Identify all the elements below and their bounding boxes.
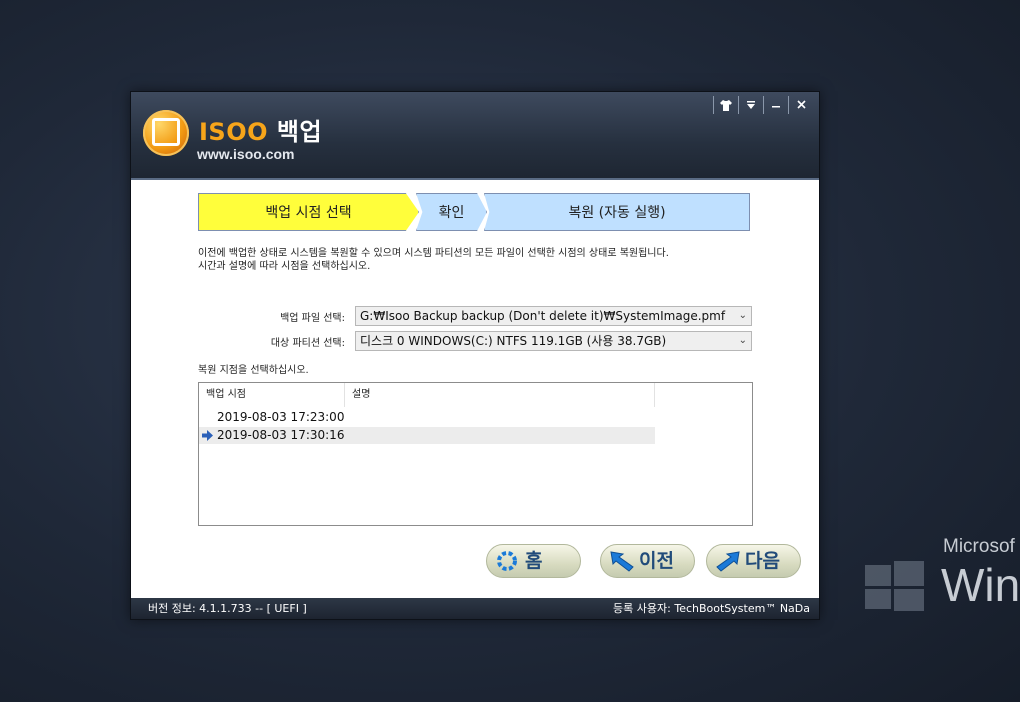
desktop-microsoft-text: Microsof <box>943 536 1015 557</box>
app-title: ISOO 백업 <box>199 112 322 147</box>
backup-file-label: 백업 파일 선택: <box>280 313 345 324</box>
list-item[interactable]: 2019-08-03 17:23:00 <box>199 409 655 426</box>
prev-button-label: 이전 <box>639 550 674 572</box>
minimize-icon[interactable] <box>763 96 788 114</box>
list-item-time: 2019-08-03 17:23:00 <box>217 410 345 424</box>
restore-point-label: 복원 지점을 선택하십시오. <box>198 365 309 376</box>
skin-shirt-icon[interactable] <box>713 96 738 114</box>
chevron-down-icon: ⌄ <box>738 335 747 346</box>
list-item-time: 2019-08-03 17:30:16 <box>217 428 345 442</box>
next-button-label: 다음 <box>745 550 780 572</box>
partition-select[interactable]: 디스크 0 WINDOWS(C:) NTFS 119.1GB (사용 38.7G… <box>355 331 752 351</box>
status-bar: 버전 정보: 4.1.1.733 -- [ UEFI ] 등록 사용자: Tec… <box>131 598 819 619</box>
restore-point-list[interactable]: 백업 시점 설명 2019-08-03 17:23:00 2019-08-03 … <box>198 382 753 526</box>
title-bar[interactable]: ISOO 백업 www.isoo.com <box>131 92 819 180</box>
brand-latin: ISOO <box>199 118 269 146</box>
column-header-time[interactable]: 백업 시점 <box>199 383 345 407</box>
instruction-line-2: 시간과 설명에 따라 시점을 선택하십시오. <box>198 261 371 272</box>
step-select-point: 백업 시점 선택 <box>198 193 419 231</box>
partition-label: 대상 파티션 선택: <box>270 338 345 349</box>
registered-user: 등록 사용자: TechBootSystem™ NaDa <box>613 602 810 615</box>
menu-dropdown-icon[interactable] <box>738 96 763 114</box>
wizard-steps: 백업 시점 선택 확인 복원 (자동 실행) <box>198 193 750 233</box>
column-header-desc[interactable]: 설명 <box>345 383 655 407</box>
list-item-selected[interactable]: 2019-08-03 17:30:16 <box>199 427 655 444</box>
desktop-windows-branding: Microsof Win <box>865 536 1020 616</box>
partition-value: 디스크 0 WINDOWS(C:) NTFS 119.1GB (사용 38.7G… <box>360 334 667 348</box>
backup-file-select[interactable]: G:₩Isoo Backup backup (Don't delete it)₩… <box>355 306 752 326</box>
step-restore: 복원 (자동 실행) <box>484 193 750 231</box>
home-button-label: 홈 <box>525 550 543 572</box>
backup-file-value: G:₩Isoo Backup backup (Don't delete it)₩… <box>360 309 726 323</box>
desktop-windows-text: Win <box>941 559 1020 611</box>
next-button[interactable]: 다음 <box>706 544 801 578</box>
brand-korean: 백업 <box>276 118 323 146</box>
step-confirm: 확인 <box>416 193 487 231</box>
close-icon[interactable] <box>788 96 813 114</box>
home-button[interactable]: 홈 <box>486 544 581 578</box>
isoo-logo-icon <box>143 110 189 156</box>
chevron-down-icon: ⌄ <box>738 310 747 321</box>
brand-url: www.isoo.com <box>197 146 295 162</box>
titlebar-buttons <box>713 96 813 114</box>
version-info: 버전 정보: 4.1.1.733 -- [ UEFI ] <box>148 602 307 615</box>
instruction-line-1: 이전에 백업한 상태로 시스템을 복원할 수 있으며 시스템 파티션의 모든 파… <box>198 248 669 259</box>
prev-button[interactable]: 이전 <box>600 544 695 578</box>
instruction-text: 이전에 백업한 상태로 시스템을 복원할 수 있으며 시스템 파티션의 모든 파… <box>198 247 669 273</box>
arrow-back-icon <box>609 550 634 572</box>
arrow-pointer-icon <box>202 427 213 446</box>
isoo-backup-window: ISOO 백업 www.isoo.com 백업 시점 선택 확인 복원 (자동 … <box>130 91 820 620</box>
arrow-forward-icon <box>715 550 740 572</box>
refresh-icon <box>495 550 519 572</box>
windows-logo-icon <box>865 559 925 611</box>
